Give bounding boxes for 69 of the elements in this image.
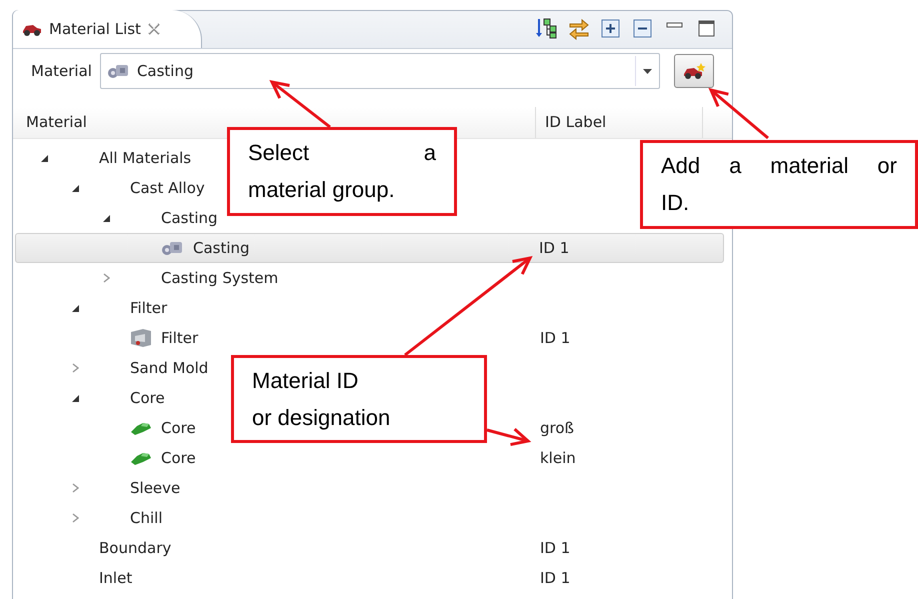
- tree-item[interactable]: Core: [15, 444, 196, 472]
- collapsed-icon[interactable]: [72, 513, 79, 523]
- close-icon[interactable]: [146, 22, 161, 36]
- tree-item[interactable]: Casting System: [15, 264, 278, 292]
- material-name: Casting System: [161, 268, 278, 289]
- expand-all-icon[interactable]: [600, 18, 622, 40]
- view-title: Material List: [49, 18, 141, 40]
- expanded-icon[interactable]: [72, 304, 79, 312]
- expanded-icon[interactable]: [103, 214, 110, 222]
- id-label: ID 1: [539, 238, 570, 257]
- tree-item[interactable]: Casting: [15, 204, 218, 232]
- material-name: Boundary: [99, 538, 172, 559]
- tree-item[interactable]: Boundary: [15, 534, 172, 562]
- filter-icon: [129, 328, 153, 348]
- tree-item[interactable]: Filter: [15, 294, 168, 322]
- selected-tree-row[interactable]: Casting ID 1: [15, 233, 724, 263]
- id-label: ID 1: [540, 568, 570, 587]
- id-label: ID 1: [540, 538, 570, 557]
- caret-icon: [642, 68, 652, 74]
- material-name: All Materials: [99, 148, 192, 169]
- tree-item[interactable]: Filter: [15, 324, 198, 352]
- view-tab[interactable]: Material List: [13, 10, 202, 48]
- collapse-all-icon[interactable]: [632, 18, 654, 40]
- id-label: ID 1: [540, 328, 570, 347]
- tree-item[interactable]: All Materials: [15, 144, 192, 172]
- material-dropdown[interactable]: Casting: [100, 53, 660, 89]
- expanded-icon[interactable]: [41, 154, 48, 162]
- casting-icon: [161, 239, 185, 257]
- collapsed-icon[interactable]: [103, 273, 110, 283]
- tree-item[interactable]: Inlet: [15, 564, 132, 592]
- expanded-icon[interactable]: [72, 394, 79, 402]
- material-name: Core: [161, 418, 196, 439]
- sync-icon[interactable]: [568, 18, 590, 40]
- hierarchy-icon[interactable]: [536, 18, 558, 40]
- core-icon: [129, 450, 153, 466]
- material-name: Core: [161, 448, 196, 469]
- material-name: Casting: [161, 208, 218, 229]
- material-name: Filter: [130, 298, 168, 319]
- callout-tooltip: Select a material group.: [227, 127, 457, 216]
- arrow: [269, 80, 331, 128]
- tree-item[interactable]: Sand Mold: [15, 354, 208, 382]
- material-label: Material: [31, 60, 92, 82]
- material-name: Cast Alloy: [130, 178, 205, 199]
- material-name: Sleeve: [130, 478, 180, 499]
- material-name: Filter: [161, 328, 198, 349]
- column-header[interactable]: ID Label: [536, 107, 703, 138]
- expanded-icon[interactable]: [72, 184, 79, 192]
- arrow: [486, 428, 532, 446]
- id-label: klein: [540, 448, 576, 467]
- callout-tooltip: Add a material or ID.: [640, 140, 918, 229]
- collapsed-icon[interactable]: [72, 363, 79, 373]
- tree-item[interactable]: Core: [15, 414, 196, 442]
- collapsed-icon[interactable]: [72, 483, 79, 493]
- tree-item[interactable]: Cast Alloy: [15, 174, 205, 202]
- callout-tooltip: Material ID or designation: [231, 355, 487, 443]
- core-icon: [129, 420, 153, 436]
- id-label: groß: [540, 418, 574, 437]
- material-name: Casting: [193, 238, 250, 259]
- arrow: [708, 88, 769, 140]
- tree-item[interactable]: Chill: [15, 504, 162, 532]
- tree-item[interactable]: Core: [15, 384, 165, 412]
- tree-item[interactable]: Sleeve: [15, 474, 180, 502]
- material-name: Chill: [130, 508, 162, 529]
- add-material-button[interactable]: [674, 54, 714, 88]
- material-name: Inlet: [99, 568, 132, 589]
- material-name: Sand Mold: [130, 358, 208, 379]
- casting-icon: [106, 62, 131, 80]
- material-name: Core: [130, 388, 165, 409]
- car-icon: [682, 62, 706, 80]
